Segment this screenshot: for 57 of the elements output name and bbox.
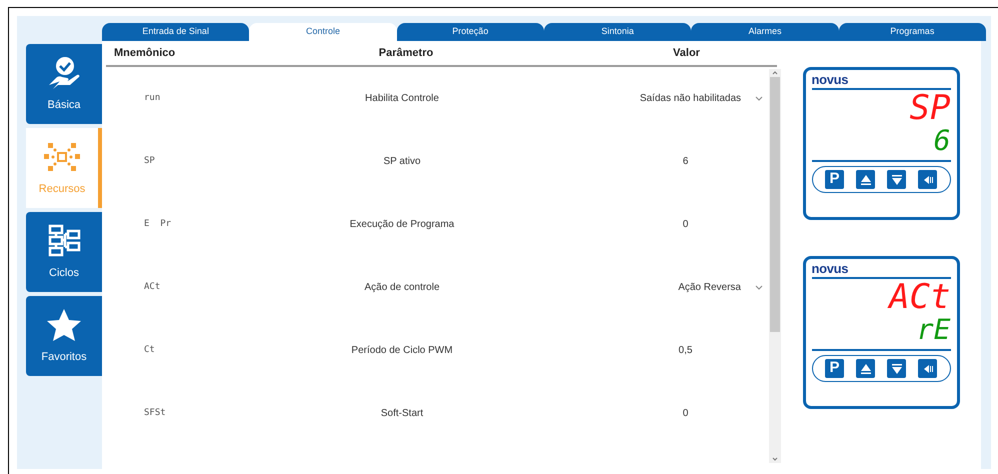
mnemonic-cell-text: run <box>143 92 162 105</box>
star-icon <box>45 306 83 343</box>
bottom-display: 6 <box>934 126 950 156</box>
up-key-button[interactable] <box>856 359 875 378</box>
column-header: Mnemônico <box>113 46 176 61</box>
down-key-button[interactable] <box>887 359 906 378</box>
brand-logo: novus <box>812 262 850 276</box>
mnemonic-cell-text: SFSt <box>143 406 167 420</box>
scroll-up-icon[interactable] <box>771 69 779 77</box>
value-dropdown[interactable]: Saídas não habilitadas <box>552 91 769 106</box>
chevron-down-icon <box>755 285 763 290</box>
scroll-down-icon[interactable] <box>771 455 779 463</box>
chevron-down-icon <box>755 96 763 101</box>
back-key-button[interactable] <box>918 170 937 189</box>
parameter-cell-text: SP ativo <box>382 155 422 169</box>
back-key-button[interactable] <box>918 359 937 378</box>
parameter-cell-text: Soft-Start <box>380 407 424 421</box>
down-triangle-icon <box>890 174 902 186</box>
top-display: SP <box>910 90 950 126</box>
mnemonic-cell-text: Ct <box>143 344 156 357</box>
down-triangle-icon <box>890 362 902 374</box>
up-triangle-icon <box>860 174 872 186</box>
parameter-cell-text: Período de Ciclo PWM <box>350 344 454 358</box>
parameter-cell-text: Ação de controle <box>363 281 441 295</box>
value-cell-text: 0,5 <box>678 344 694 358</box>
column-header: Valor <box>672 46 701 61</box>
value-cell-text: 0 <box>682 407 690 421</box>
tab[interactable]: Entrada de Sinal <box>102 23 250 41</box>
value-cell-text: 6 <box>682 155 690 169</box>
left-triangle-icon <box>922 174 934 186</box>
tab[interactable]: Controle <box>249 23 397 41</box>
scrollbar[interactable] <box>769 69 781 463</box>
flowchart-icon <box>46 222 82 259</box>
sidebar-item[interactable]: Favoritos <box>26 296 102 376</box>
column-header: Parâmetro <box>378 46 434 61</box>
key-button[interactable]: P <box>825 170 844 189</box>
brand-logo: novus <box>812 73 850 87</box>
up-key-button[interactable] <box>856 170 875 189</box>
sidebar-item[interactable]: Ciclos <box>26 212 102 292</box>
value-cell-text: 0 <box>682 218 690 232</box>
tab[interactable]: Programas <box>838 23 986 41</box>
tab[interactable]: Sintonia <box>544 23 692 41</box>
bottom-display: rE <box>916 315 950 345</box>
sidebar-item[interactable]: Básica <box>26 44 102 124</box>
tab[interactable]: Proteção <box>396 23 544 41</box>
tab[interactable]: Alarmes <box>691 23 839 41</box>
down-key-button[interactable] <box>887 170 906 189</box>
mnemonic-cell-text: SP <box>143 154 156 168</box>
mnemonic-cell-text: ACt <box>143 280 162 294</box>
parameter-cell-text: Habilita Controle <box>364 92 440 106</box>
up-triangle-icon <box>860 362 872 374</box>
key-button[interactable]: P <box>825 359 844 378</box>
parameter-cell-text: Execução de Programa <box>348 218 456 232</box>
value-dropdown[interactable]: Ação Reversa <box>552 280 769 295</box>
left-triangle-icon <box>922 362 934 374</box>
mnemonic-cell-text: E Pr <box>143 218 172 231</box>
top-display: ACt <box>889 279 950 315</box>
